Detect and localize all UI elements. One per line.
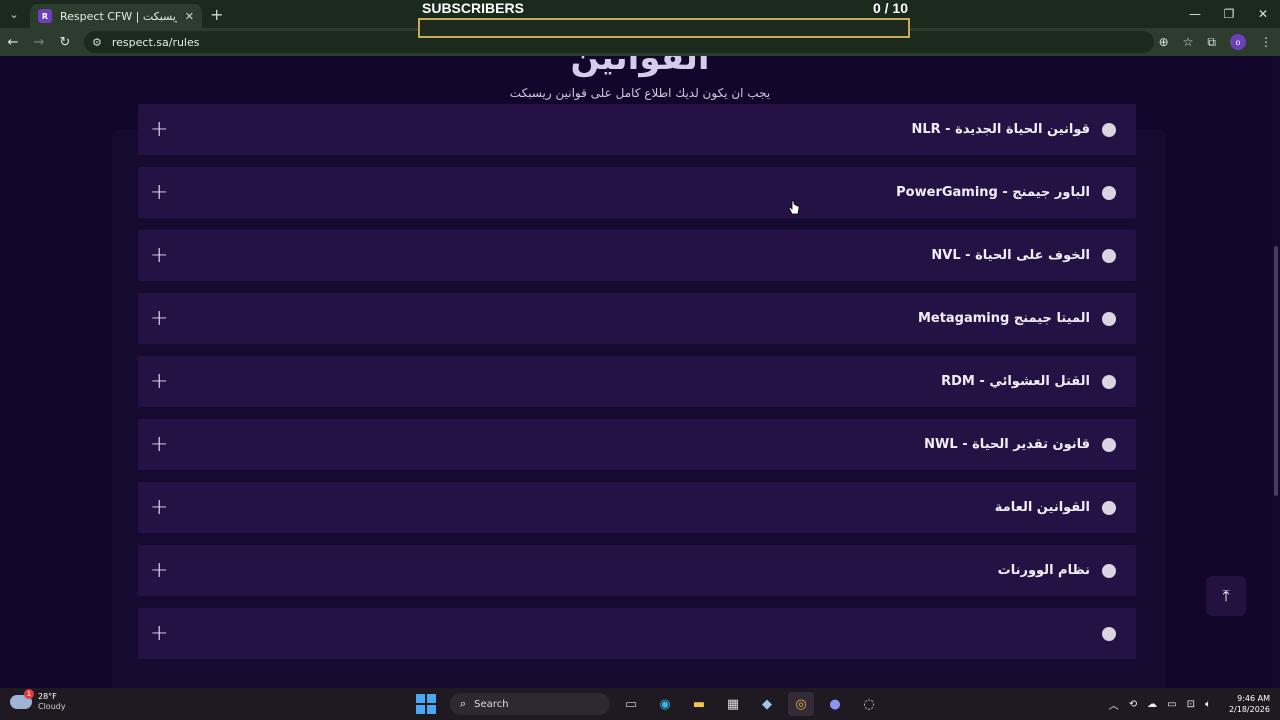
tab-title: Respect CFW | ريسبكت: [60, 9, 177, 23]
plus-icon[interactable]: +: [150, 117, 168, 142]
chevron-up-icon[interactable]: ︿: [1109, 697, 1119, 712]
subscriber-progress-bar: [418, 18, 910, 38]
bullet-icon: [1102, 311, 1116, 326]
bullet-icon: [1102, 185, 1116, 200]
bullet-icon: [1102, 437, 1116, 452]
back-icon[interactable]: ←: [0, 28, 26, 56]
menu-kebab-icon[interactable]: ⋮: [1260, 35, 1272, 49]
windows-taskbar: 1 28°F Cloudy ⌕ Search ▭ ◉ ▬ ▦ ◆ ◎ ● ◌ ︿…: [0, 688, 1280, 720]
rule-label: قوانين الحياة الجديدة - NLR: [911, 122, 1090, 137]
clock-time: 9:46 AM: [1237, 694, 1270, 703]
rule-label: القوانين العامة: [994, 500, 1090, 515]
scroll-to-top-button[interactable]: ⤒: [1206, 576, 1246, 616]
file-explorer-icon[interactable]: ▬: [686, 692, 712, 716]
plus-icon[interactable]: +: [150, 306, 168, 331]
minimize-icon[interactable]: —: [1178, 0, 1212, 28]
steam-icon[interactable]: ◆: [754, 692, 780, 716]
close-tab-icon[interactable]: ✕: [185, 10, 194, 23]
plus-icon[interactable]: +: [150, 369, 168, 394]
bullet-icon: [1102, 500, 1116, 515]
plus-icon[interactable]: +: [150, 558, 168, 583]
bullet-icon: [1102, 626, 1116, 641]
profile-avatar[interactable]: o: [1230, 34, 1246, 50]
address-url[interactable]: respect.sa/rules: [112, 36, 200, 49]
forward-icon[interactable]: →: [26, 28, 52, 56]
edge-icon[interactable]: ◉: [652, 692, 678, 716]
cloud-icon: 1: [10, 689, 34, 709]
rule-accordion-item[interactable]: + القتل العشوائي - RDM: [138, 356, 1136, 407]
volume-icon[interactable]: 🔈︎: [1205, 699, 1211, 710]
cloud-tray-icon[interactable]: ☁: [1147, 699, 1157, 710]
rule-accordion-item[interactable]: + القوانين العامة: [138, 482, 1136, 533]
weather-temp: 28°F: [38, 692, 57, 701]
plus-icon[interactable]: +: [150, 243, 168, 268]
new-tab-icon[interactable]: +: [210, 5, 223, 24]
chrome-icon[interactable]: ◎: [788, 692, 814, 716]
plus-icon[interactable]: +: [150, 180, 168, 205]
reload-icon[interactable]: ↻: [52, 28, 78, 56]
rule-label: القتل العشوائي - RDM: [941, 374, 1090, 389]
hand-cursor-icon: [788, 200, 800, 215]
extensions-icon[interactable]: ⧉: [1207, 35, 1216, 50]
weather-condition: Cloudy: [38, 702, 66, 711]
plus-icon[interactable]: +: [150, 495, 168, 520]
bullet-icon: [1102, 248, 1116, 263]
plus-icon[interactable]: +: [150, 432, 168, 457]
rule-label: قانون تقدير الحياة - NWL: [924, 437, 1090, 452]
start-windows-icon[interactable]: [416, 694, 436, 714]
rule-accordion-item[interactable]: + الباور جيمنج - PowerGaming: [138, 167, 1136, 218]
clock-date: 2/18/2026: [1228, 705, 1270, 714]
rule-accordion-item[interactable]: + نظام الوورنات: [138, 545, 1136, 596]
favicon-icon: R: [38, 9, 52, 23]
rule-label: نظام الوورنات: [997, 563, 1090, 578]
task-view-icon[interactable]: ▭: [618, 692, 644, 716]
maximize-icon[interactable]: ❐: [1212, 0, 1246, 28]
taskbar-search-label: Search: [474, 698, 509, 710]
page-subtitle: يجب ان يكون لديك اطلاع كامل على قوانين ر…: [509, 86, 771, 100]
rule-accordion-item[interactable]: + قوانين الحياة الجديدة - NLR: [138, 104, 1136, 155]
close-window-icon[interactable]: ✕: [1246, 0, 1280, 28]
plus-icon[interactable]: +: [150, 621, 168, 646]
rule-label: الميتا جيمنج Metagaming: [917, 311, 1090, 326]
obs-icon[interactable]: ◌: [856, 692, 882, 716]
rule-accordion-item[interactable]: +: [138, 608, 1136, 659]
subscriber-label: SUBSCRIBERS: [422, 0, 524, 16]
rule-label: الخوف على الحياة - NVL: [931, 248, 1090, 263]
clock[interactable]: 9:46 AM 2/18/2026: [1229, 693, 1270, 715]
weather-badge: 1: [24, 689, 34, 699]
page-title: القوانين: [570, 56, 710, 78]
weather-widget[interactable]: 1 28°F Cloudy: [10, 689, 66, 712]
subscriber-goal-overlay: SUBSCRIBERS 0 / 10: [418, 0, 912, 40]
subscriber-count: 0 / 10: [872, 0, 908, 16]
site-settings-icon[interactable]: ⚙: [92, 36, 102, 49]
tab-search-icon[interactable]: ⌄: [0, 0, 28, 28]
sync-icon[interactable]: ⟲: [1129, 699, 1137, 710]
rule-accordion-item[interactable]: + الخوف على الحياة - NVL: [138, 230, 1136, 281]
bullet-icon: [1102, 563, 1116, 578]
bullet-icon: [1102, 374, 1116, 389]
scrollbar-thumb[interactable]: [1274, 246, 1278, 496]
rules-list: + قوانين الحياة الجديدة - NLR + الباور جيمن…: [138, 104, 1136, 671]
bullet-icon: [1102, 122, 1116, 137]
tab-active[interactable]: R Respect CFW | ريسبكت ✕: [30, 4, 202, 28]
rule-accordion-item[interactable]: + قانون تقدير الحياة - NWL: [138, 419, 1136, 470]
search-icon: ⌕: [460, 697, 467, 710]
discord-icon[interactable]: ●: [822, 692, 848, 716]
taskbar-search[interactable]: ⌕ Search: [450, 693, 610, 715]
bookmark-star-icon[interactable]: ☆: [1183, 35, 1194, 49]
rule-accordion-item[interactable]: + الميتا جيمنج Metagaming: [138, 293, 1136, 344]
zoom-icon[interactable]: ⊕: [1159, 35, 1169, 49]
scrollbar[interactable]: [1272, 56, 1280, 688]
display-icon[interactable]: ▭: [1167, 699, 1176, 710]
rule-label: الباور جيمنج - PowerGaming: [896, 185, 1090, 200]
network-icon[interactable]: ⊡: [1187, 699, 1195, 710]
store-icon[interactable]: ▦: [720, 692, 746, 716]
